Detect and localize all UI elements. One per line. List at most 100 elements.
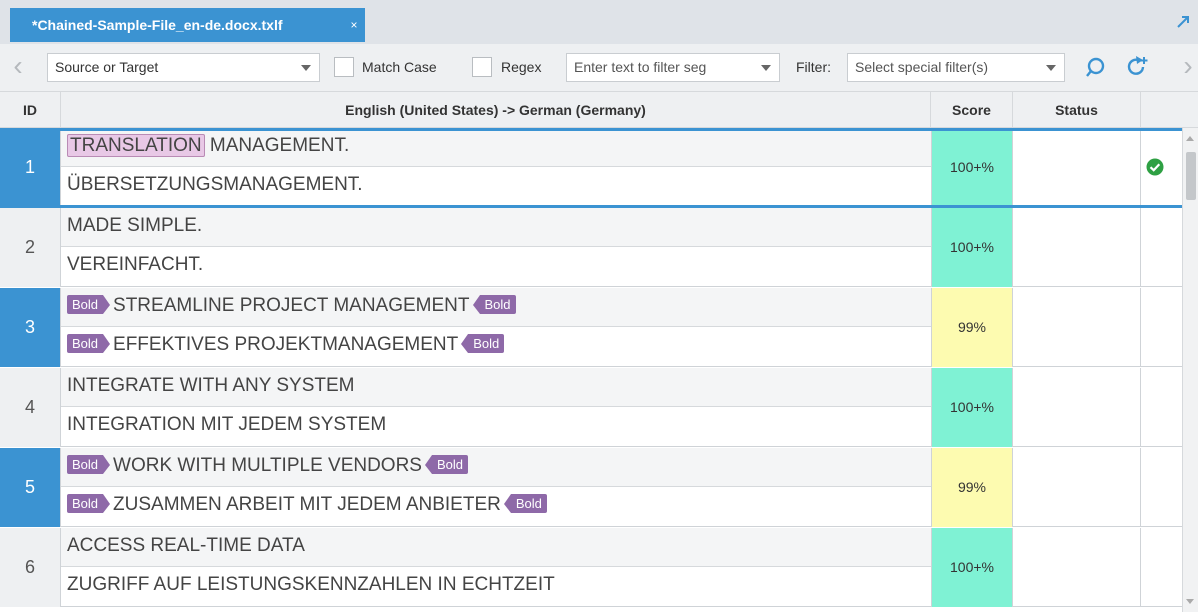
filter-text-input[interactable]: Enter text to filter seg (566, 53, 780, 82)
source-text: ACCESS REAL-TIME DATA (67, 535, 305, 556)
source-segment[interactable]: INTEGRATE WITH ANY SYSTEM (61, 368, 931, 407)
check-circle-icon (1146, 158, 1164, 176)
search-highlight: TRANSLATION (67, 134, 205, 157)
match-score: 99% (931, 448, 1013, 527)
filter-label: Filter: (796, 59, 831, 75)
target-segment[interactable]: INTEGRATION MIT JEDEM SYSTEM (61, 407, 931, 446)
search-icon[interactable] (1084, 55, 1108, 79)
tab-strip: *Chained-Sample-File_en-de.docx.txlf × (0, 0, 1198, 44)
match-score: 99% (931, 288, 1013, 367)
source-segment[interactable]: Bold STREAMLINE PROJECT MANAGEMENT Bold (61, 288, 931, 327)
scrollbar-thumb[interactable] (1186, 152, 1196, 200)
target-text: INTEGRATION MIT JEDEM SYSTEM (67, 414, 387, 435)
segment-row[interactable]: 3 Bold STREAMLINE PROJECT MANAGEMENT Bold … (0, 288, 1182, 367)
caret-down-icon (301, 65, 311, 71)
source-segment[interactable]: TRANSLATION MANAGEMENT. (61, 128, 931, 167)
filter-toolbar: ‹ Source or Target Match Case Regex Ente… (0, 44, 1198, 92)
target-text: VEREINFACHT. (67, 254, 204, 275)
caret-down-icon (1046, 65, 1056, 71)
segment-id[interactable]: 1 (0, 128, 61, 207)
target-segment[interactable]: Bold ZUSAMMEN ARBEIT MIT JEDEM ANBIETER Bo… (61, 487, 931, 526)
active-row-indicator (0, 128, 1182, 131)
scope-select[interactable]: Source or Target (47, 53, 320, 82)
source-segment[interactable]: MADE SIMPLE. (61, 208, 931, 247)
special-filter-placeholder: Select special filter(s) (855, 59, 989, 75)
target-text: ZUGRIFF AUF LEISTUNGSKENNZAHLEN IN ECHTZ… (67, 574, 555, 595)
chevron-right-icon[interactable]: › (1176, 52, 1198, 82)
source-text: MADE SIMPLE. (67, 215, 203, 236)
segment-id[interactable]: 4 (0, 368, 61, 447)
segment-id[interactable]: 6 (0, 528, 61, 607)
refresh-icon[interactable] (1125, 55, 1149, 79)
bold-open-tag[interactable]: Bold (67, 295, 111, 314)
status-cell (1013, 528, 1141, 607)
caret-down-icon (761, 65, 771, 71)
source-text: STREAMLINE PROJECT MANAGEMENT (113, 295, 470, 316)
segment-row[interactable]: 2 MADE SIMPLE. VEREINFACHT. 100+% (0, 208, 1182, 287)
target-segment[interactable]: VEREINFACHT. (61, 247, 931, 286)
match-score: 100+% (931, 368, 1013, 447)
source-segment[interactable]: ACCESS REAL-TIME DATA (61, 528, 931, 567)
source-text: INTEGRATE WITH ANY SYSTEM (67, 375, 355, 396)
expand-icon[interactable] (1176, 15, 1190, 29)
segment-row[interactable]: 5 Bold WORK WITH MULTIPLE VENDORS Bold Bol… (0, 448, 1182, 527)
score-column-header[interactable]: Score (931, 92, 1013, 128)
segment-id[interactable]: 3 (0, 288, 61, 367)
confirm-cell (1141, 528, 1182, 607)
id-column-header[interactable]: ID (0, 92, 61, 128)
bold-open-tag[interactable]: Bold (67, 494, 111, 513)
regex-label: Regex (501, 59, 542, 75)
lock-column-header (1141, 92, 1182, 128)
bold-open-tag[interactable]: Bold (67, 455, 111, 474)
target-segment[interactable]: Bold EFFEKTIVES PROJEKTMANAGEMENT Bold (61, 327, 931, 366)
confirm-cell (1141, 208, 1182, 287)
close-tab-icon[interactable]: × (346, 17, 362, 33)
special-filter-select[interactable]: Select special filter(s) (847, 53, 1065, 82)
status-cell (1013, 368, 1141, 447)
filter-text-placeholder: Enter text to filter seg (574, 59, 707, 75)
segment-id[interactable]: 2 (0, 208, 61, 287)
status-cell (1013, 128, 1141, 207)
target-segment[interactable]: ZUGRIFF AUF LEISTUNGSKENNZAHLEN IN ECHTZ… (61, 567, 931, 606)
file-tab[interactable]: *Chained-Sample-File_en-de.docx.txlf × (10, 8, 365, 42)
regex-checkbox[interactable] (472, 57, 492, 77)
segment-grid: 1 TRANSLATION MANAGEMENT. ÜBERSETZUNGSMA… (0, 128, 1198, 612)
match-score: 100+% (931, 128, 1013, 207)
segment-id[interactable]: 5 (0, 448, 61, 527)
scope-select-value: Source or Target (55, 59, 159, 75)
match-case-label: Match Case (362, 59, 437, 75)
target-text: ZUSAMMEN ARBEIT MIT JEDEM ANBIETER (113, 494, 501, 515)
grid-header: ID English (United States) -> German (Ge… (0, 92, 1198, 128)
source-text: MANAGEMENT. (204, 135, 350, 156)
target-text: EFFEKTIVES PROJEKTMANAGEMENT (113, 334, 459, 355)
source-text: WORK WITH MULTIPLE VENDORS (113, 455, 422, 476)
source-segment[interactable]: Bold WORK WITH MULTIPLE VENDORS Bold (61, 448, 931, 487)
confirm-cell (1141, 288, 1182, 367)
file-tab-title: *Chained-Sample-File_en-de.docx.txlf (32, 17, 283, 33)
confirm-cell (1141, 448, 1182, 527)
bold-close-tag[interactable]: Bold (472, 295, 516, 314)
match-score: 100+% (931, 528, 1013, 607)
vertical-scrollbar[interactable] (1182, 128, 1198, 612)
segment-row[interactable]: 6 ACCESS REAL-TIME DATA ZUGRIFF AUF LEIS… (0, 528, 1182, 607)
scroll-up-icon[interactable] (1186, 136, 1194, 141)
segment-row[interactable]: 1 TRANSLATION MANAGEMENT. ÜBERSETZUNGSMA… (0, 128, 1182, 208)
language-pair-header[interactable]: English (United States) -> German (Germa… (61, 92, 931, 128)
target-text: ÜBERSETZUNGSMANAGEMENT. (67, 174, 363, 195)
status-cell (1013, 448, 1141, 527)
target-segment[interactable]: ÜBERSETZUNGSMANAGEMENT. (61, 167, 931, 206)
bold-open-tag[interactable]: Bold (67, 334, 111, 353)
chevron-left-icon[interactable]: ‹ (6, 52, 30, 82)
match-case-checkbox[interactable] (334, 57, 354, 77)
status-cell (1013, 288, 1141, 367)
bold-close-tag[interactable]: Bold (424, 455, 469, 474)
confirm-cell (1141, 128, 1182, 207)
status-cell (1013, 208, 1141, 287)
match-score: 100+% (931, 208, 1013, 287)
status-column-header[interactable]: Status (1013, 92, 1141, 128)
confirm-cell (1141, 368, 1182, 447)
bold-close-tag[interactable]: Bold (503, 494, 547, 513)
segment-row[interactable]: 4 INTEGRATE WITH ANY SYSTEM INTEGRATION … (0, 368, 1182, 447)
bold-close-tag[interactable]: Bold (461, 334, 505, 353)
scroll-down-icon[interactable] (1186, 599, 1194, 604)
